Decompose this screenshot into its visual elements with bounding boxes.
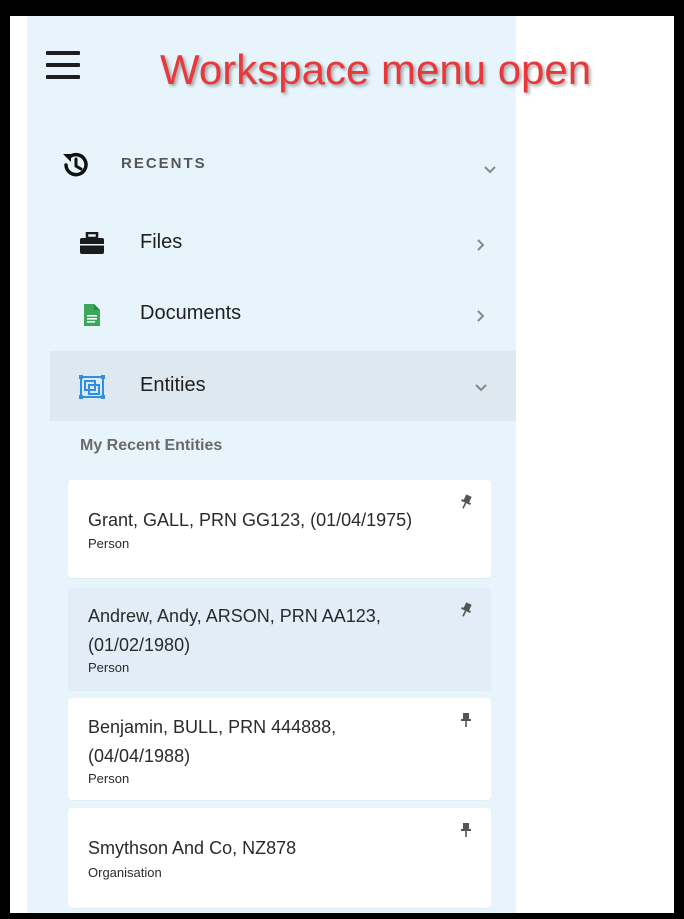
chevron-down-icon	[475, 384, 487, 392]
entity-name-line1: Grant, GALL, PRN GG123, (01/04/1975)	[88, 510, 413, 530]
chevron-down-icon	[484, 166, 496, 174]
pin-icon[interactable]	[459, 602, 473, 618]
recent-entities-title: My Recent Entities	[80, 437, 223, 454]
entities-icon	[79, 375, 105, 399]
recents-section-header[interactable]: RECENTS	[27, 139, 516, 195]
entities-label: Entities	[140, 374, 206, 396]
pin-icon[interactable]	[459, 822, 473, 838]
hamburger-icon-bar	[46, 63, 80, 67]
entity-name: Andrew, Andy, ARSON, PRN AA123, (01/02/1…	[88, 604, 448, 657]
entity-name-line1: Benjamin, BULL, PRN 444888,	[88, 717, 337, 737]
nav-item-files[interactable]: Files	[50, 208, 516, 278]
app-frame: Workspace menu open RECENTS Files Docume…	[10, 16, 674, 913]
pin-icon[interactable]	[459, 494, 473, 510]
entity-name: Grant, GALL, PRN GG123, (01/04/1975)	[88, 508, 448, 532]
nav-item-documents[interactable]: Documents	[50, 279, 516, 349]
entity-name-line1: Andrew, Andy, ARSON, PRN AA123,	[88, 606, 381, 626]
pin-icon[interactable]	[459, 712, 473, 728]
files-label: Files	[140, 231, 183, 253]
entity-card[interactable]: Smythson And Co, NZ878 Organisation	[68, 808, 491, 908]
recents-label: RECENTS	[121, 155, 207, 172]
hamburger-icon-bar	[46, 75, 80, 79]
entity-card[interactable]: Andrew, Andy, ARSON, PRN AA123, (01/02/1…	[68, 588, 491, 690]
entity-type: Person	[88, 771, 130, 786]
menu-button[interactable]	[46, 51, 80, 79]
entity-name-line2: (04/04/1988)	[88, 746, 191, 766]
hamburger-icon	[46, 51, 80, 55]
entity-type: Person	[88, 536, 130, 551]
documents-label: Documents	[140, 302, 242, 324]
entity-name: Smythson And Co, NZ878	[88, 836, 448, 860]
entity-type: Organisation	[88, 865, 162, 880]
annotation-caption: Workspace menu open	[160, 46, 592, 93]
entity-name-line2: (01/02/1980)	[88, 635, 191, 655]
chevron-right-icon	[477, 310, 485, 322]
briefcase-icon	[80, 232, 104, 254]
entity-type: Person	[88, 660, 130, 675]
entity-name: Benjamin, BULL, PRN 444888, (04/04/1988)	[88, 715, 448, 768]
nav-item-entities[interactable]: Entities	[50, 351, 516, 421]
entity-card[interactable]: Grant, GALL, PRN GG123, (01/04/1975) Per…	[68, 480, 491, 578]
entity-name-line1: Smythson And Co, NZ878	[88, 838, 297, 858]
document-icon	[84, 304, 100, 326]
entity-card[interactable]: Benjamin, BULL, PRN 444888, (04/04/1988)…	[68, 698, 491, 800]
chevron-right-icon	[477, 239, 485, 251]
history-icon	[63, 152, 88, 177]
